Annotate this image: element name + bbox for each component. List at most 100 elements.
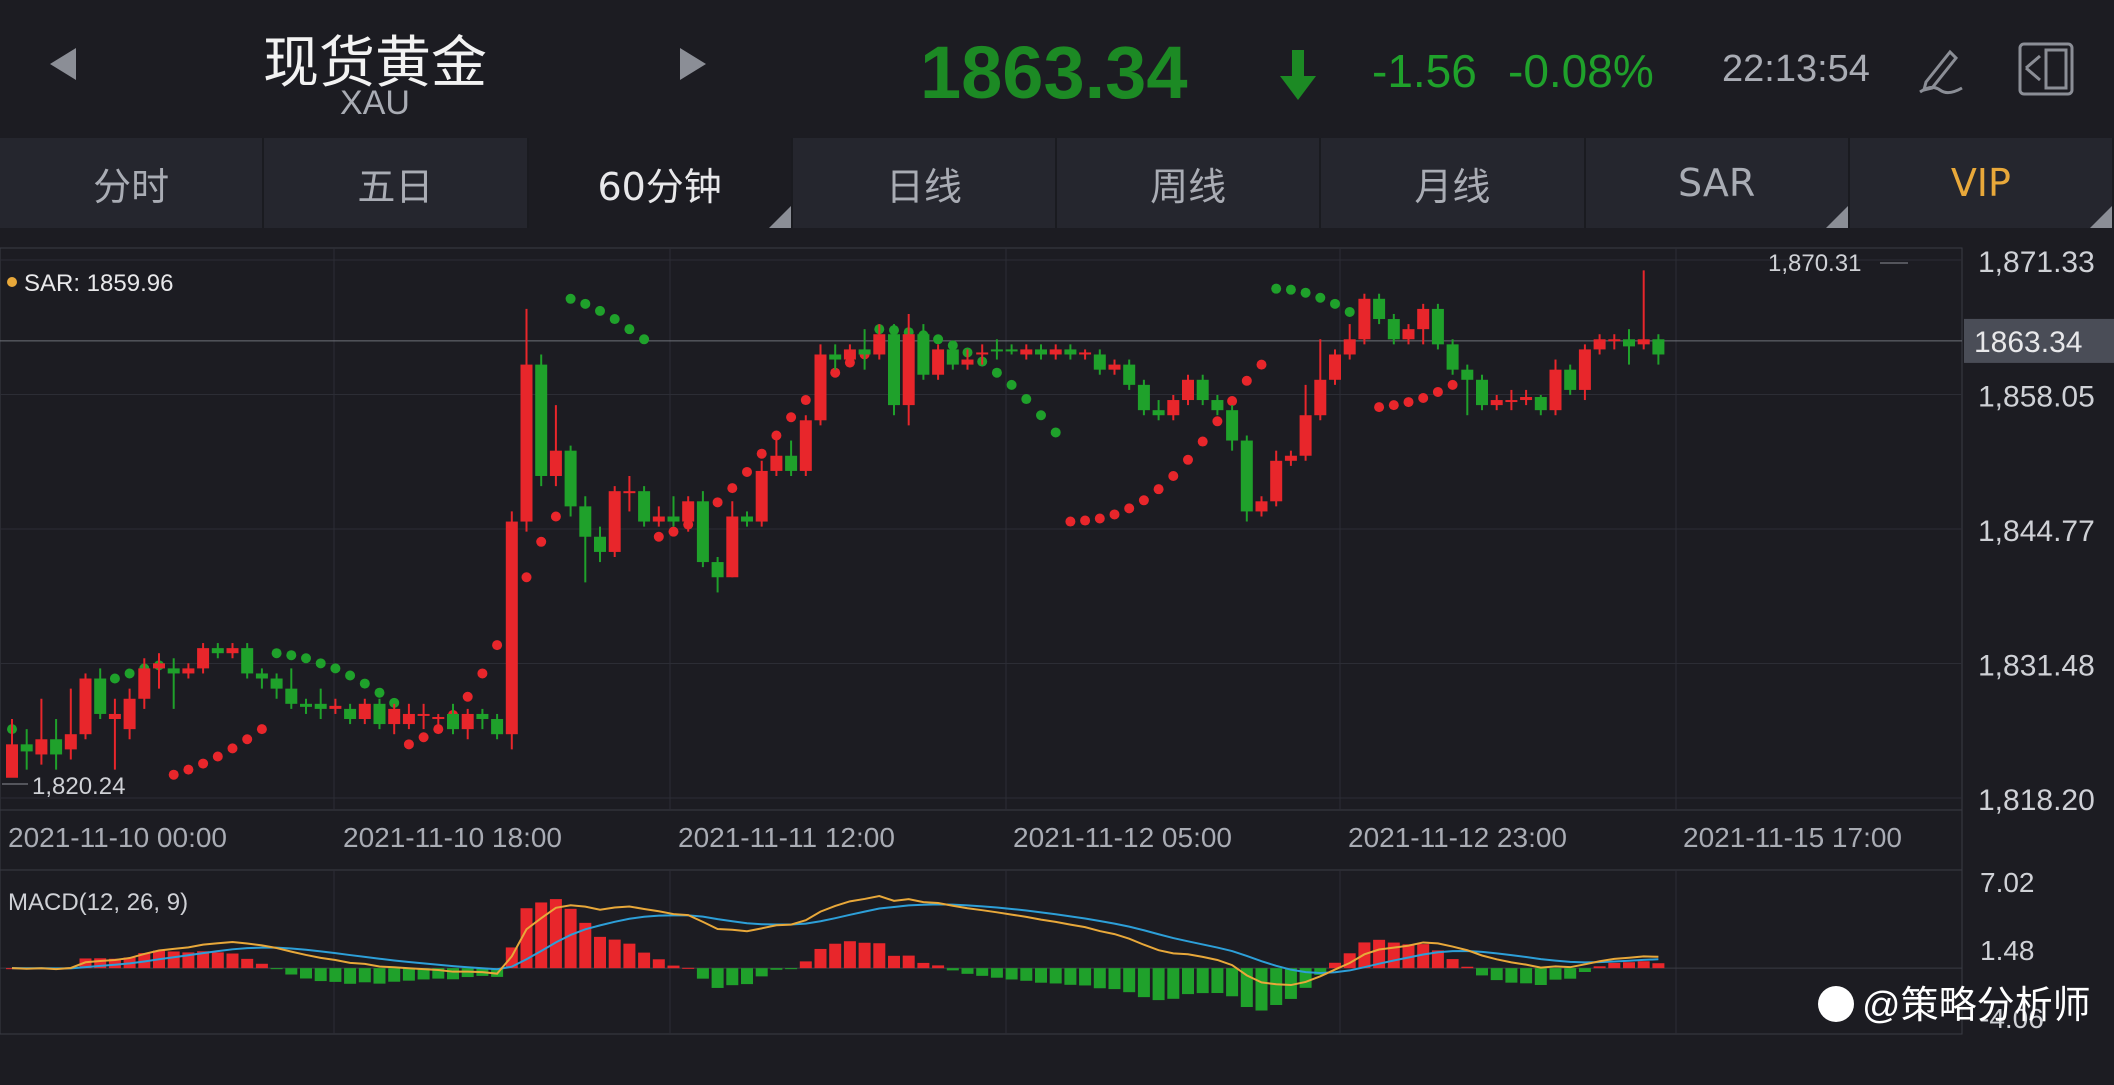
sar-dot — [668, 526, 679, 537]
sar-dot — [492, 640, 503, 651]
candle-body — [1035, 349, 1047, 355]
candle-body — [108, 713, 121, 720]
macd-histogram-bar — [902, 955, 915, 969]
x-tick-label: 2021-11-15 17:00 — [1683, 822, 1902, 853]
candle-body — [1637, 339, 1650, 345]
quote-time: 22:13:54 — [1722, 48, 1870, 90]
tab-indicator-sar[interactable]: SAR — [1586, 138, 1850, 228]
chart-area[interactable]: 1,871.33 1,858.05 1,844.77 1,831.48 1,818.20… — [0, 228, 2114, 1080]
candle-body — [1593, 339, 1606, 350]
candle-body — [373, 703, 386, 725]
macd-histogram-bar — [1564, 968, 1577, 979]
candle-body — [638, 491, 651, 522]
macd-histogram-bar — [946, 968, 959, 971]
macd-histogram-bar — [300, 968, 312, 979]
tab-five-day[interactable]: 五日 — [264, 138, 529, 228]
x-tick-label: 2021-11-10 18:00 — [343, 822, 562, 853]
sar-dot — [301, 653, 311, 664]
candle-body — [1608, 339, 1621, 342]
macd-histogram-bar — [329, 968, 342, 982]
sar-dot — [624, 324, 635, 335]
candle-body — [358, 703, 371, 720]
macd-histogram-bar — [1079, 968, 1092, 986]
candle-body — [153, 663, 165, 669]
layout-icon[interactable] — [2016, 40, 2076, 98]
macd-histogram-bar — [1549, 968, 1562, 980]
macd-histogram-bar — [270, 968, 283, 970]
macd-histogram-bar — [858, 942, 871, 969]
tab-monthly[interactable]: 月线 — [1321, 138, 1586, 228]
sar-dot — [315, 658, 326, 669]
candle-body — [1431, 308, 1444, 345]
macd-histogram-bar — [814, 948, 827, 969]
sar-dot — [1418, 393, 1429, 404]
macd-histogram-bar — [696, 968, 709, 979]
macd-histogram-bar — [667, 965, 680, 969]
high-price-label: 1,870.31 — [1768, 250, 1861, 277]
candle-body — [1240, 440, 1253, 512]
macd-histogram-bar — [255, 963, 268, 969]
tab-vip[interactable]: VIP — [1850, 138, 2114, 228]
macd-histogram-bar — [1240, 968, 1253, 1008]
candle-body — [946, 349, 959, 365]
sar-dot — [1212, 416, 1223, 427]
candle-body — [1387, 319, 1400, 340]
left-arrow-icon[interactable] — [50, 48, 76, 80]
candle-body — [1314, 379, 1327, 416]
macd-histogram-bar — [344, 968, 357, 984]
pen-icon[interactable] — [1912, 42, 1968, 98]
sar-dot — [256, 724, 267, 735]
tab-60min[interactable]: 60分钟 — [528, 138, 793, 228]
sar-legend-dot — [7, 277, 17, 287]
macd-histogram-bar — [741, 968, 753, 985]
sar-dot — [565, 293, 576, 304]
tab-daily[interactable]: 日线 — [793, 138, 1057, 228]
candle-body — [1578, 349, 1591, 390]
candle-body — [902, 334, 915, 406]
tab-timeshare[interactable]: 分时 — [0, 138, 265, 228]
sar-dot — [1227, 396, 1238, 407]
sar-dot — [1285, 284, 1296, 295]
candle-body — [520, 364, 533, 522]
candle-body — [1549, 369, 1562, 411]
candle-body — [476, 713, 489, 720]
sar-dot — [1050, 427, 1061, 438]
tab-label: 日线 — [885, 164, 962, 209]
candle-body — [1152, 410, 1165, 416]
candle-body — [1417, 308, 1430, 330]
candle-body — [682, 501, 695, 522]
candle-body — [79, 678, 92, 735]
sar-dot — [1388, 400, 1399, 411]
candle-body — [1211, 400, 1224, 411]
candle-body — [741, 516, 753, 522]
candle-body — [785, 455, 798, 471]
sar-dot — [242, 734, 253, 745]
sar-dot — [1080, 515, 1091, 526]
candle-body — [976, 352, 989, 355]
sar-dot — [933, 334, 944, 345]
macd-histogram-bar — [638, 952, 651, 969]
candle-body — [1270, 460, 1283, 502]
candle-body — [1226, 410, 1239, 441]
current-price-tag-label: 1863.34 — [1974, 326, 2082, 359]
sar-dot — [727, 483, 738, 494]
candle-body — [594, 536, 606, 552]
candle-body — [182, 668, 195, 674]
candle-body — [1064, 349, 1077, 355]
candle-body — [1373, 298, 1386, 320]
sar-dot — [1124, 503, 1135, 514]
tab-weekly[interactable]: 周线 — [1057, 138, 1322, 228]
macd-histogram-bar — [1020, 968, 1033, 981]
right-arrow-icon[interactable] — [680, 48, 706, 80]
macd-histogram-bar — [755, 968, 768, 977]
macd-histogram-bar — [1005, 968, 1018, 980]
sar-dot — [1138, 495, 1149, 506]
period-tabs: 分时 五日 60分钟 日线 周线 月线 SAR VIP — [0, 138, 2114, 228]
kline-chart[interactable]: 1,871.33 1,858.05 1,844.77 1,831.48 1,818.20… — [0, 228, 2114, 1080]
candle-body — [35, 739, 48, 755]
candle-body — [241, 648, 254, 674]
sar-dot — [183, 764, 194, 775]
candle-body — [1079, 352, 1092, 355]
macd-y-tick-label: 7.02 — [1980, 867, 2035, 898]
macd-histogram-bar — [285, 968, 298, 975]
